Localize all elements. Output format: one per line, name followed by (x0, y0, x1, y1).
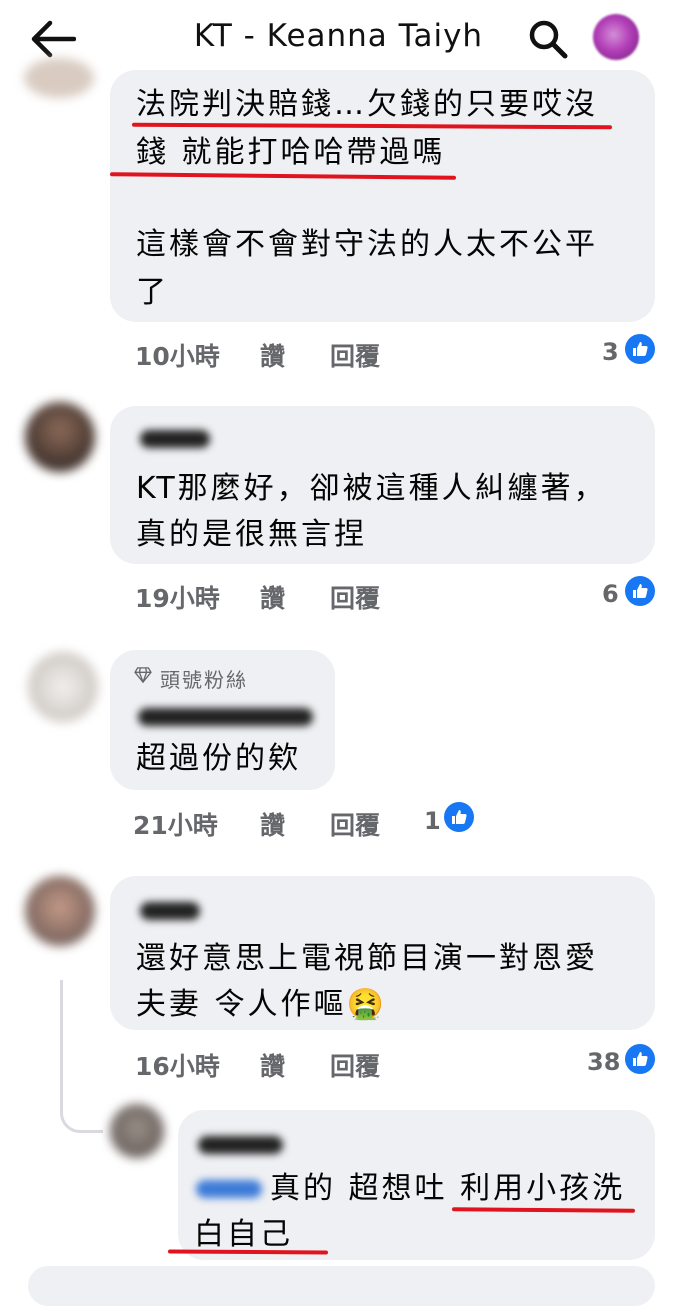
like-button[interactable]: 讚 (260, 806, 285, 842)
comment-text: 超過份的欸 (136, 741, 301, 776)
like-count: 6 (602, 580, 619, 608)
thread-line (60, 980, 103, 1133)
timestamp: 16小時 (135, 1052, 220, 1081)
like-icon (625, 334, 655, 364)
top-bar: KT - Keanna Taiyh (0, 0, 677, 78)
comment-text: 這樣會不會對守法的人太不公平 (136, 227, 598, 262)
like-icon (625, 576, 655, 606)
comment-text: 真的 超想吐 利用小孩洗 (270, 1171, 626, 1206)
avatar[interactable] (28, 652, 98, 722)
comment-text: 真的是很無言捏 (136, 517, 367, 552)
timestamp: 21小時 (133, 811, 218, 840)
author-name (198, 1136, 283, 1154)
avatar[interactable] (110, 1104, 164, 1158)
reply-button[interactable]: 回覆 (330, 337, 380, 373)
like-count: 3 (602, 338, 619, 366)
like-button[interactable]: 讚 (260, 337, 285, 373)
search-icon[interactable] (527, 18, 569, 60)
top-fan-badge: 頭號粉絲 (160, 668, 248, 692)
reply-button[interactable]: 回覆 (330, 1047, 380, 1083)
author-name (140, 430, 210, 448)
like-count: 38 (587, 1048, 621, 1076)
author-name (140, 902, 200, 920)
avatar[interactable] (24, 58, 94, 98)
like-icon (444, 802, 474, 832)
profile-avatar[interactable] (593, 14, 639, 60)
comment-text: KT那麼好，卻被這種人糾纏著， (136, 471, 607, 506)
avatar[interactable] (25, 402, 95, 472)
mention-tag (196, 1180, 262, 1198)
comment-text: 錢 就能打哈哈帶過嗎 (136, 135, 446, 170)
timestamp: 10小時 (135, 342, 220, 371)
comment-text: 了 (136, 275, 169, 310)
like-icon (625, 1044, 655, 1074)
comment-bubble (28, 1266, 655, 1306)
comment-text: 夫妻 令人作嘔🤮 (136, 987, 387, 1022)
page-title: KT - Keanna Taiyh (193, 18, 484, 54)
like-count: 1 (424, 807, 441, 835)
like-button[interactable]: 讚 (260, 1047, 285, 1083)
timestamp: 19小時 (135, 584, 220, 613)
reply-button[interactable]: 回覆 (330, 806, 380, 842)
reply-button[interactable]: 回覆 (330, 579, 380, 615)
like-button[interactable]: 讚 (260, 579, 285, 615)
diamond-icon (134, 667, 152, 683)
author-name (138, 708, 313, 726)
avatar[interactable] (25, 876, 95, 946)
comment-text: 還好意思上電視節目演一對恩愛 (136, 941, 598, 976)
